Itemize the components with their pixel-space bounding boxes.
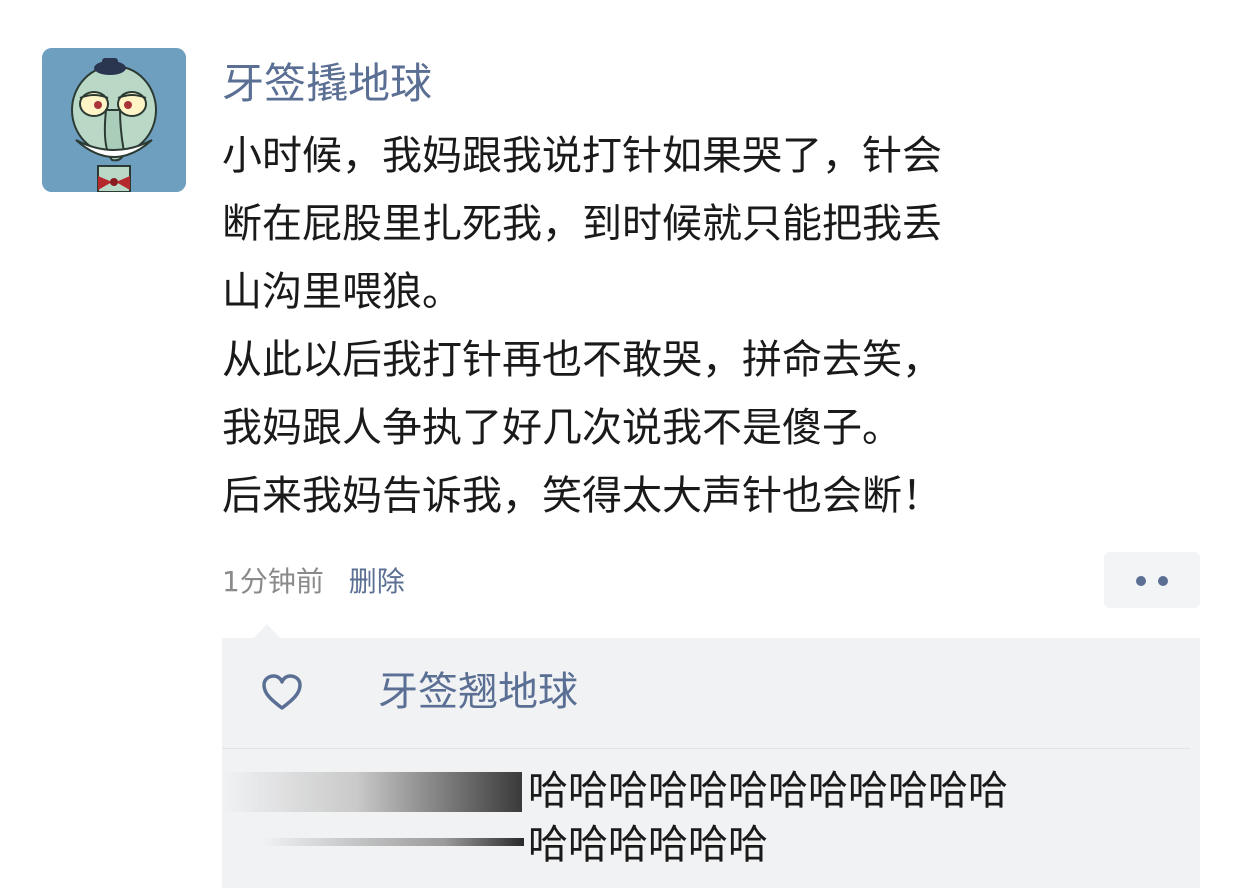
- post-text-line: 后来我妈告诉我，笑得太大声针也会断！: [222, 473, 942, 519]
- post-meta: 1分钟前 删除: [222, 562, 405, 602]
- post-text-line: 小时候，我妈跟我说打针如果哭了，针会: [222, 133, 942, 179]
- comment-text-line: 哈哈哈哈哈哈: [528, 822, 768, 868]
- panel-caret: [254, 624, 280, 638]
- post-text-line: 从此以后我打针再也不敢哭，拼命去笑，: [222, 337, 942, 383]
- post-text-line: 我妈跟人争执了好几次说我不是傻子。: [222, 405, 902, 451]
- post-username[interactable]: 牙签撬地球: [222, 56, 432, 112]
- squidward-avatar-icon: [42, 48, 186, 192]
- post-text-line: 山沟里喂狼。: [222, 269, 462, 315]
- heart-outline-icon: [262, 674, 302, 710]
- liker-name[interactable]: 牙签翘地球: [378, 664, 578, 720]
- comment-text: 哈哈哈哈哈哈哈哈哈哈哈哈 哈哈哈哈哈哈: [528, 764, 1008, 872]
- post-text-line: 断在屁股里扎死我，到时候就只能把我丢: [222, 201, 942, 247]
- comment-panel: 牙签翘地球 哈哈哈哈哈哈哈哈哈哈哈哈 哈哈哈哈哈哈: [222, 638, 1200, 888]
- avatar[interactable]: [42, 48, 186, 192]
- post-text: 小时候，我妈跟我说打针如果哭了，针会 断在屁股里扎死我，到时候就只能把我丢 山沟…: [222, 122, 1122, 530]
- blurred-commenter-line: [262, 838, 524, 846]
- more-dots-icon: [1136, 576, 1146, 586]
- more-dots-icon: [1158, 576, 1168, 586]
- divider: [222, 748, 1190, 749]
- more-button[interactable]: [1104, 552, 1200, 608]
- comment-text-line: 哈哈哈哈哈哈哈哈哈哈哈哈: [528, 768, 1008, 814]
- post-time: 1分钟前: [222, 565, 324, 598]
- blurred-commenter-name: [222, 772, 522, 812]
- delete-button[interactable]: 删除: [349, 565, 405, 598]
